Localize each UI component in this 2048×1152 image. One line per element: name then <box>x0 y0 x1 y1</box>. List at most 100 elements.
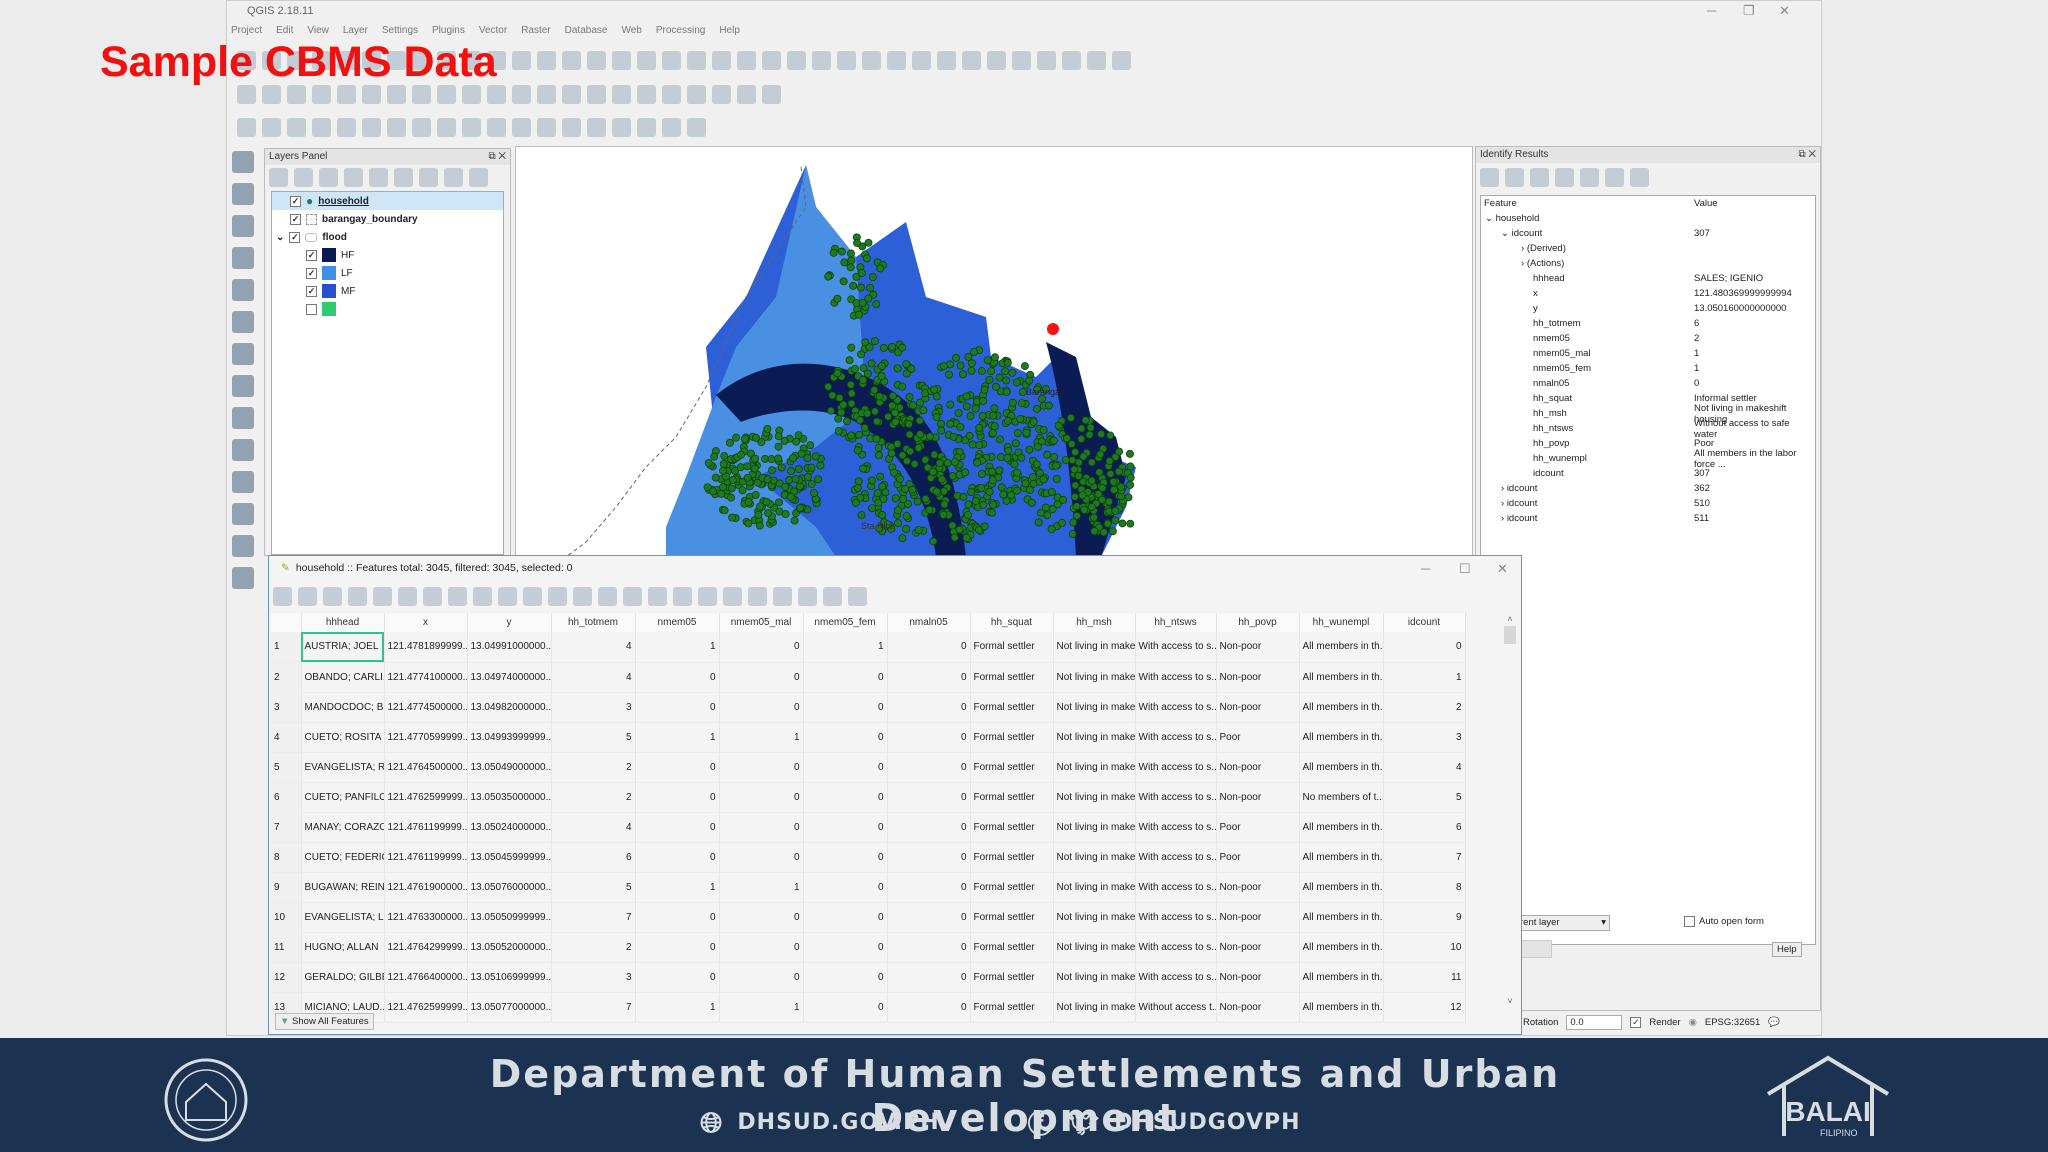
tree-group[interactable]: › (Actions) <box>1481 256 1815 271</box>
toolbar-button-icon[interactable] <box>637 84 656 104</box>
toolbar-button-icon[interactable] <box>937 50 956 70</box>
table-cell[interactable]: Formal settler <box>970 872 1054 903</box>
toolbar-button-icon[interactable] <box>612 50 631 70</box>
table-cell[interactable]: 2 <box>551 932 636 963</box>
table-cell[interactable]: 0 <box>803 782 888 813</box>
toolbar-button-icon[interactable] <box>462 84 481 104</box>
table-cell[interactable]: Formal settler <box>970 932 1054 963</box>
table-cell[interactable]: Not living in make... <box>1053 812 1136 843</box>
table-cell[interactable]: Not living in make... <box>1053 932 1136 963</box>
column-header[interactable]: y <box>467 613 552 632</box>
table-cell[interactable]: 0 <box>635 812 720 843</box>
table-cell[interactable]: Non-poor <box>1216 782 1300 813</box>
table-cell[interactable]: 0 <box>803 752 888 783</box>
table-cell[interactable]: Formal settler <box>970 962 1054 993</box>
table-cell[interactable]: 0 <box>635 662 720 693</box>
table-cell[interactable]: 2 <box>1383 692 1466 723</box>
table-cell[interactable]: Not living in make... <box>1053 872 1136 903</box>
flood-class-item[interactable]: ✓ LF <box>272 264 503 282</box>
table-cell[interactable]: HUGNO; ALLAN <box>301 932 385 963</box>
table-cell[interactable]: BUGAWAN; REIN... <box>301 872 385 903</box>
table-cell[interactable]: 13.05050999999... <box>467 902 552 933</box>
layer-household[interactable]: ✓ ● household <box>272 192 503 210</box>
table-cell[interactable]: With access to s... <box>1135 842 1217 873</box>
table-row[interactable]: 5EVANGELISTA; R...121.4764500000...13.05… <box>271 752 1466 783</box>
toolbar-button-icon[interactable] <box>448 586 467 606</box>
toolbar-button-icon[interactable] <box>387 117 406 137</box>
toolbar-button-icon[interactable] <box>498 586 517 606</box>
toolbar-button-icon[interactable] <box>1555 167 1574 187</box>
table-cell[interactable]: Not living in make... <box>1053 992 1136 1023</box>
attribute-row[interactable]: idcount 307 <box>1481 466 1815 481</box>
toolbar-button-icon[interactable] <box>312 84 331 104</box>
toolbar-button-icon[interactable] <box>1505 167 1524 187</box>
table-cell[interactable]: 0 <box>803 662 888 693</box>
table-cell[interactable]: 121.4781899999... <box>384 632 468 663</box>
toolbar-button-icon[interactable] <box>548 586 567 606</box>
table-cell[interactable]: All members in th... <box>1299 962 1384 993</box>
table-cell[interactable]: All members in th... <box>1299 662 1384 693</box>
table-cell[interactable]: 7 <box>551 992 636 1023</box>
table-cell[interactable]: Not living in make... <box>1053 632 1136 663</box>
table-cell[interactable]: Not living in make... <box>1053 692 1136 723</box>
panel-close-icon[interactable]: ⧉ ✕ <box>488 151 506 163</box>
toolbar-button-icon[interactable] <box>687 117 706 137</box>
table-cell[interactable]: 13.05076000000... <box>467 872 552 903</box>
class-checkbox[interactable]: ✓ <box>306 267 317 279</box>
table-cell[interactable]: Not living in make... <box>1053 752 1136 783</box>
toolbar-button-icon[interactable] <box>269 167 288 187</box>
layer-checkbox[interactable]: ✓ <box>290 195 301 207</box>
table-cell[interactable]: 1 <box>635 872 720 903</box>
toolbar-button-icon[interactable] <box>362 117 381 137</box>
table-cell[interactable]: 0 <box>887 962 971 993</box>
toolbar-button-icon[interactable] <box>612 117 631 137</box>
class-checkbox[interactable]: ✓ <box>306 249 317 261</box>
toolbar-button-icon[interactable] <box>232 247 254 269</box>
table-cell[interactable]: 3 <box>1383 722 1466 753</box>
toolbar-button-icon[interactable] <box>837 50 856 70</box>
table-cell[interactable]: 5 <box>1383 782 1466 813</box>
table-row[interactable]: 2 OBANDO; CARLI... 121.4774100000... 13.049… <box>271 662 1466 693</box>
toolbar-button-icon[interactable] <box>312 117 331 137</box>
table-cell[interactable]: Formal settler <box>970 722 1054 753</box>
toolbar-button-icon[interactable] <box>394 167 413 187</box>
row-number[interactable]: 6 <box>271 782 302 813</box>
row-number[interactable]: 11 <box>271 932 302 963</box>
table-cell[interactable]: No members of t... <box>1299 782 1384 813</box>
toolbar-button-icon[interactable] <box>962 50 981 70</box>
toolbar-button-icon[interactable] <box>237 84 256 104</box>
toolbar-button-icon[interactable] <box>487 117 506 137</box>
flood-class-item[interactable]: ✓ MF <box>272 282 503 300</box>
table-cell[interactable]: 13.05049000000... <box>467 752 552 783</box>
menu-database[interactable]: Database <box>565 25 608 43</box>
table-cell[interactable]: 0 <box>887 872 971 903</box>
table-cell[interactable]: Poor <box>1216 812 1300 843</box>
toolbar-button-icon[interactable] <box>687 84 706 104</box>
messages-icon[interactable]: 💬 <box>1768 1017 1780 1028</box>
toolbar-button-icon[interactable] <box>337 117 356 137</box>
toolbar-button-icon[interactable] <box>232 407 254 429</box>
table-cell[interactable]: All members in th... <box>1299 632 1384 663</box>
table-cell[interactable]: 0 <box>887 632 971 663</box>
toolbar-button-icon[interactable] <box>344 167 363 187</box>
table-cell[interactable]: 121.4770599999... <box>384 722 468 753</box>
table-cell[interactable]: 0 <box>887 932 971 963</box>
toolbar-button-icon[interactable] <box>762 50 781 70</box>
table-cell[interactable]: 0 <box>887 782 971 813</box>
toolbar-button-icon[interactable] <box>232 375 254 397</box>
toolbar-button-icon[interactable] <box>319 167 338 187</box>
maximize-button[interactable]: ☐ <box>1459 561 1471 577</box>
table-cell[interactable]: OBANDO; CARLI... <box>301 662 385 693</box>
column-header[interactable]: nmem05_mal <box>719 613 804 632</box>
table-cell[interactable]: Formal settler <box>970 752 1054 783</box>
attribute-row[interactable]: nmem05_mal 1 <box>1481 346 1815 361</box>
table-cell[interactable]: 0 <box>803 722 888 753</box>
table-cell[interactable]: 0 <box>803 842 888 873</box>
table-cell[interactable]: 0 <box>635 782 720 813</box>
toolbar-button-icon[interactable] <box>587 117 606 137</box>
column-header[interactable]: hh_wunempl <box>1299 613 1384 632</box>
table-cell[interactable]: With access to s... <box>1135 812 1217 843</box>
help-button[interactable]: Help <box>1772 942 1802 957</box>
table-cell[interactable]: Formal settler <box>970 692 1054 723</box>
table-cell[interactable]: Non-poor <box>1216 902 1300 933</box>
